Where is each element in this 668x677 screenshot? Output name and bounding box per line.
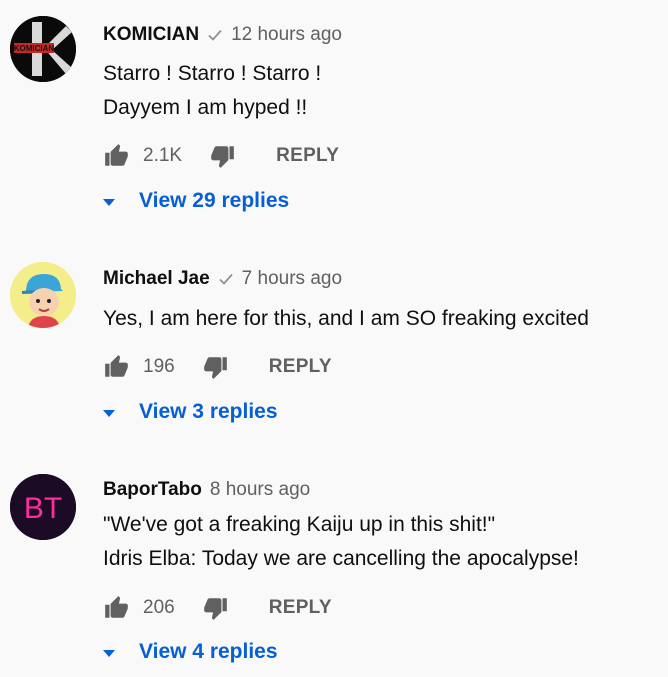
author-name[interactable]: KOMICIAN: [103, 24, 199, 46]
verified-check-icon: [218, 271, 234, 287]
view-replies-button[interactable]: View 4 replies: [103, 640, 278, 664]
thumbs-up-icon[interactable]: [103, 143, 129, 169]
comment-text-line: "We've got a freaking Kaiju up in this s…: [103, 513, 496, 536]
view-replies-label: View 3 replies: [139, 400, 278, 423]
comment-actions: 2.1K REPLY: [103, 143, 339, 169]
comment-text-line: Starro ! Starro ! Starro !: [103, 62, 322, 85]
thumbs-down-icon[interactable]: [203, 354, 229, 380]
like-count: 206: [143, 597, 175, 618]
bt-neon-avatar[interactable]: BT: [10, 474, 76, 540]
view-replies-label: View 4 replies: [139, 640, 278, 663]
comment-actions: 206 REPLY: [103, 595, 332, 621]
reply-button[interactable]: REPLY: [269, 597, 332, 619]
comment-text-line: Idris Elba: Today we are cancelling the …: [103, 547, 579, 570]
caret-down-icon: [103, 649, 115, 657]
reply-button[interactable]: REPLY: [276, 145, 339, 167]
comment-text-line: Yes, I am here for this, and I am SO fre…: [103, 307, 589, 330]
view-replies-button[interactable]: View 3 replies: [103, 400, 278, 424]
avatar-logo-text: BT: [24, 492, 62, 525]
like-count: 196: [143, 356, 175, 377]
comment-timestamp[interactable]: 7 hours ago: [242, 268, 342, 290]
comment-timestamp[interactable]: 12 hours ago: [231, 24, 342, 46]
cartoon-boy-avatar[interactable]: [10, 262, 76, 328]
comment-header: Michael Jae 7 hours ago: [103, 268, 342, 290]
thumbs-down-icon[interactable]: [203, 595, 229, 621]
comment-header: KOMICIAN 12 hours ago: [103, 24, 342, 46]
view-replies-button[interactable]: View 29 replies: [103, 189, 289, 213]
reply-button[interactable]: REPLY: [269, 356, 332, 378]
thumbs-up-icon[interactable]: [103, 354, 129, 380]
comment-text-line: Dayyem I am hyped !!: [103, 96, 308, 119]
author-name[interactable]: BaporTabo: [103, 479, 202, 501]
like-count: 2.1K: [143, 145, 183, 166]
author-name[interactable]: Michael Jae: [103, 268, 210, 290]
komician-avatar[interactable]: KOMICIAN: [10, 16, 76, 82]
caret-down-icon: [103, 409, 115, 417]
caret-down-icon: [103, 198, 115, 206]
thumbs-down-icon[interactable]: [210, 143, 236, 169]
comment-actions: 196 REPLY: [103, 354, 332, 380]
comment-timestamp[interactable]: 8 hours ago: [210, 479, 310, 501]
avatar-logo-text: KOMICIAN: [14, 44, 55, 53]
verified-check-icon: [207, 27, 223, 43]
thumbs-up-icon[interactable]: [103, 595, 129, 621]
view-replies-label: View 29 replies: [139, 189, 290, 212]
comment-header: BaporTabo 8 hours ago: [103, 479, 310, 501]
